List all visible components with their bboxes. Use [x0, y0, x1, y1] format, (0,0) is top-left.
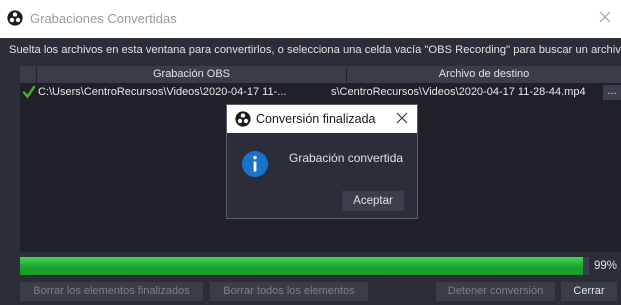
window-title: Grabaciones Convertidas [30, 11, 177, 26]
remove-finished-button[interactable]: Borrar los elementos finalizados [20, 282, 203, 301]
instructions-text: Suelta los archivos en esta ventana para… [9, 44, 621, 56]
window-titlebar: Grabaciones Convertidas [0, 0, 621, 38]
destination-cell[interactable]: s\CentroRecursos\Videos\2020-04-17 11-28… [331, 86, 601, 98]
check-icon [22, 85, 36, 99]
column-header-obs-recording[interactable]: Grabación OBS [37, 68, 347, 83]
source-cell[interactable]: C:\Users\CentroRecursos\Videos\2020-04-1… [38, 86, 338, 98]
progress-fill [20, 257, 584, 275]
close-button[interactable]: Cerrar [561, 282, 617, 301]
column-header-destination[interactable]: Archivo de destino [347, 68, 621, 80]
obs-logo-icon [235, 111, 251, 127]
dialog-message: Grabación convertida [289, 151, 404, 165]
header-corner [20, 66, 37, 83]
table-header: Grabación OBS Archivo de destino [20, 66, 621, 83]
info-icon [242, 151, 268, 177]
stop-conversion-button[interactable]: Detener conversión [436, 282, 555, 301]
dialog-titlebar: Conversión finalizada [227, 105, 417, 133]
obs-logo-icon [7, 10, 23, 26]
browse-button[interactable]: ... [603, 85, 621, 100]
progress-label: 99% [594, 260, 618, 272]
remove-all-button[interactable]: Borrar todos los elementos [210, 282, 368, 301]
progress-bar [20, 257, 589, 275]
conversion-finished-dialog: Conversión finalizada Grabación converti… [226, 104, 418, 219]
close-icon[interactable] [396, 112, 408, 124]
close-icon[interactable] [597, 9, 613, 25]
table-row[interactable]: C:\Users\CentroRecursos\Videos\2020-04-1… [20, 84, 621, 101]
dialog-title: Conversión finalizada [256, 112, 376, 126]
ok-button[interactable]: Aceptar [342, 191, 404, 211]
